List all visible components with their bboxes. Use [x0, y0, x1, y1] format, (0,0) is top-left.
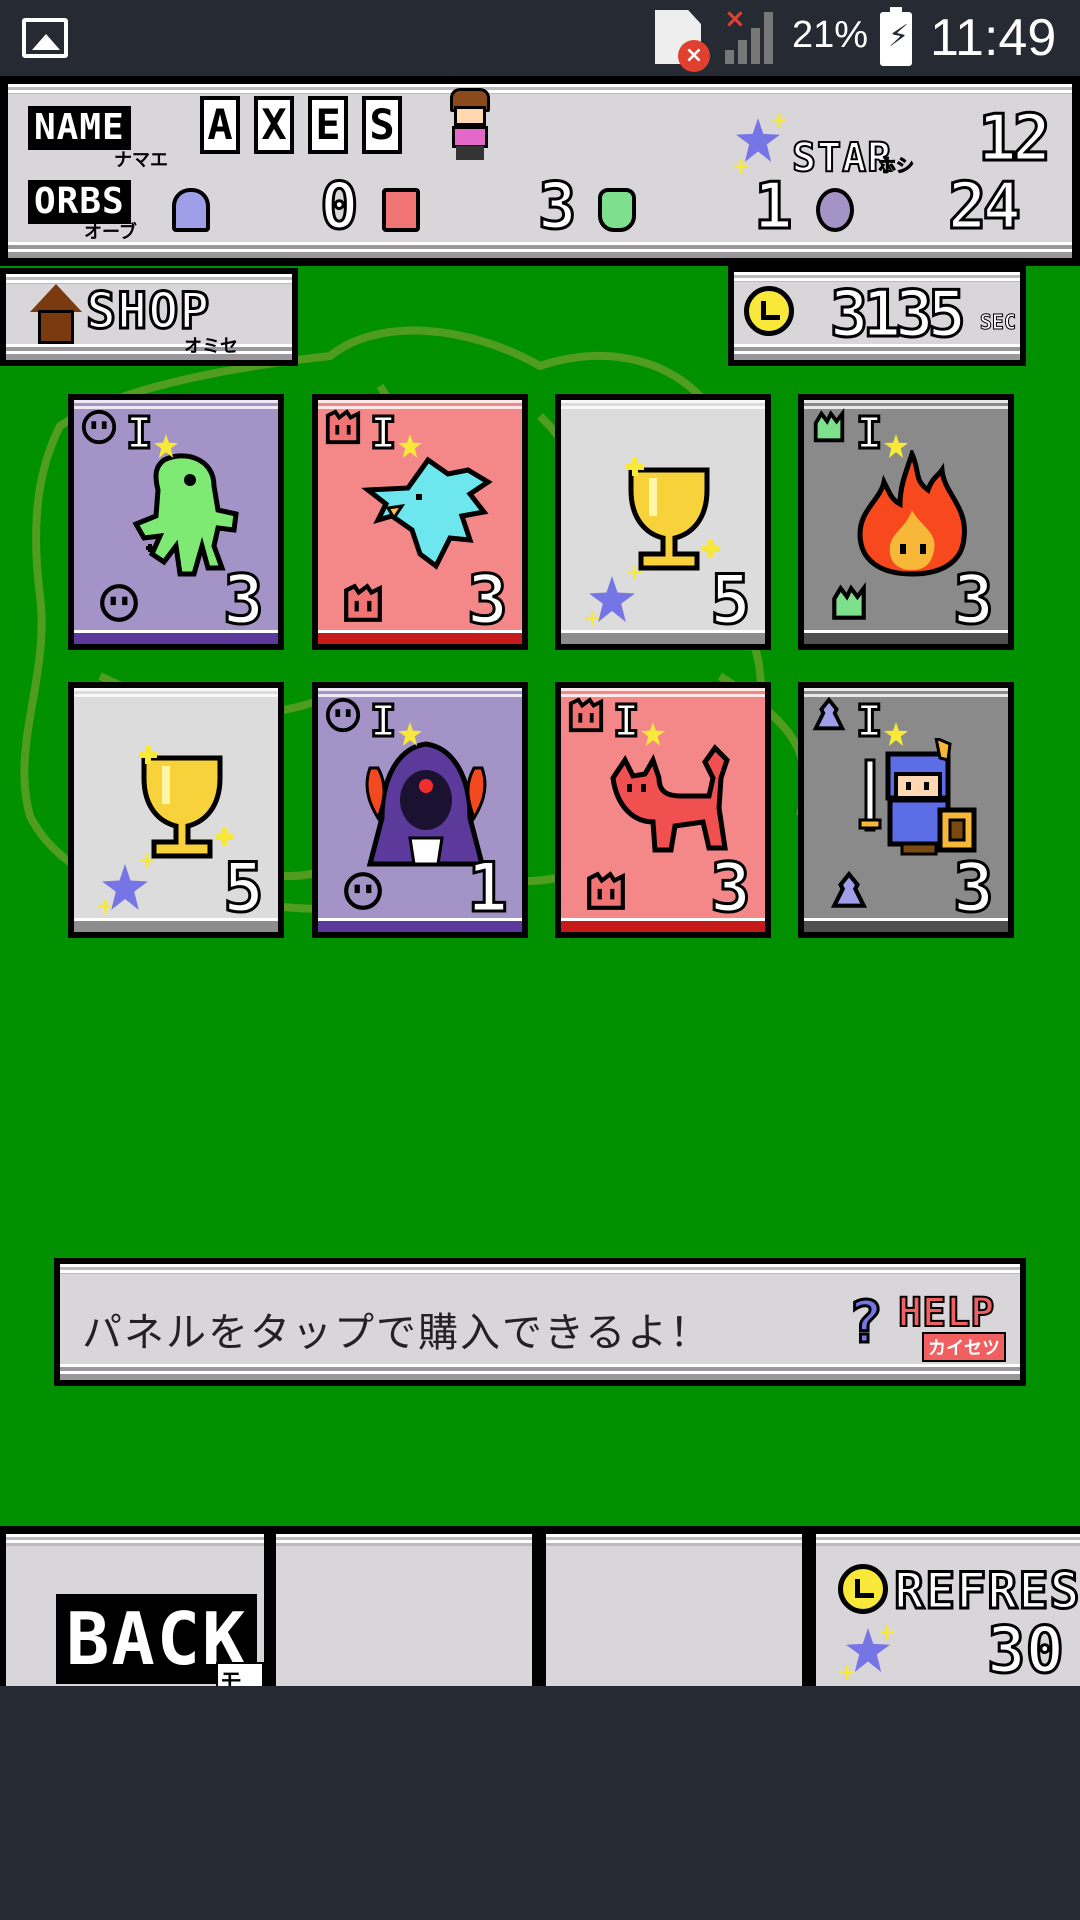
star-count: 12	[976, 101, 1052, 178]
blue-orb-icon	[828, 870, 870, 912]
card-cost: 1	[466, 849, 510, 928]
navigation-area	[0, 1686, 1080, 1920]
purple-orb-icon	[324, 696, 362, 736]
back-kana[interactable]: モドル	[216, 1662, 264, 1686]
panel-stripe	[60, 1364, 1020, 1380]
card-cost: 5	[709, 561, 753, 640]
card-tier: I	[855, 695, 884, 749]
refresh-cost: 30	[985, 1613, 1065, 1687]
card-cost: 3	[466, 561, 510, 640]
blue-orb-count: 0	[319, 169, 360, 246]
name-kana: ナマエ	[114, 150, 168, 171]
orbs-kana: オーブ	[84, 222, 137, 243]
card-cost: 3	[709, 849, 753, 928]
refresh-timer-panel: 3135 SEC	[728, 266, 1026, 366]
refresh-label[interactable]: REFRESH	[893, 1561, 1080, 1622]
green-orb-icon	[810, 408, 848, 448]
name-letter: S	[362, 96, 402, 154]
player-status-panel: NAME ナマエ A X E S ORBS オーブ 0 3 1 24 + + S…	[0, 76, 1080, 266]
blue-orb-icon	[172, 188, 210, 232]
player-avatar	[444, 84, 496, 164]
back-button[interactable]: BACK モドル	[6, 1534, 264, 1686]
name-label: NAME	[28, 106, 131, 150]
hint-message-panel: パネルをタップで購入できるよ！ ? HELP カイセツ	[54, 1258, 1026, 1386]
timer-value: 3135	[828, 277, 967, 354]
no-signal-icon: ×	[724, 4, 746, 34]
sparkle-icon: +	[878, 1620, 897, 1645]
card-tier: I	[855, 407, 884, 461]
sparkle-icon: +	[838, 1660, 857, 1685]
star-kana: ホシ	[878, 156, 915, 178]
red-orb-icon	[585, 870, 627, 912]
shop-card-green-ghost[interactable]: I3	[68, 394, 284, 650]
clock-icon	[744, 286, 794, 336]
battery-charging-icon: ⚡	[880, 7, 912, 66]
shop-kana: オミセ	[184, 336, 238, 357]
name-letter: X	[254, 96, 294, 154]
timer-unit: SEC	[979, 310, 1016, 335]
purple-orb-icon	[816, 188, 854, 232]
game-screen: NAME ナマエ A X E S ORBS オーブ 0 3 1 24 + + S…	[0, 76, 1080, 1686]
status-bar: × × 21% ⚡ 11:49	[0, 0, 1080, 76]
sparkle-icon: +	[625, 560, 644, 585]
card-cost: 3	[222, 561, 266, 640]
sparkle-icon: +	[770, 108, 789, 133]
name-letter: A	[200, 96, 240, 154]
status-clock: 11:49	[930, 9, 1057, 67]
card-cost: 5	[222, 849, 266, 928]
house-icon	[30, 284, 82, 346]
shop-card-cyan-bird[interactable]: I3	[312, 394, 528, 650]
red-orb-icon	[342, 582, 384, 624]
card-cost: 3	[952, 849, 996, 928]
card-tier: I	[612, 695, 641, 749]
gallery-notification-icon	[22, 18, 68, 58]
card-tier: I	[125, 407, 154, 461]
shop-title-panel: SHOP オミセ	[0, 268, 298, 366]
sparkle-icon: +	[583, 606, 602, 631]
help-button[interactable]: HELP	[897, 1289, 995, 1337]
red-orb-icon	[382, 188, 420, 232]
purple-orb-icon	[80, 408, 118, 448]
sparkle-icon: +	[138, 848, 157, 873]
shop-card-gold-trophy[interactable]: + +5	[68, 682, 284, 938]
sim-error-icon: ×	[678, 40, 710, 72]
red-orb-icon	[567, 696, 605, 736]
shop-card-red-cat[interactable]: I3	[555, 682, 771, 938]
shop-card-fire[interactable]: I3	[798, 394, 1014, 650]
shop-card-knight[interactable]: I3	[798, 682, 1014, 938]
name-letter: E	[308, 96, 348, 154]
help-question-icon[interactable]: ?	[847, 1287, 885, 1358]
panel-stripe	[8, 242, 1072, 258]
sparkle-icon: +	[96, 894, 115, 919]
green-orb-icon	[828, 582, 870, 624]
help-kana[interactable]: カイセツ	[922, 1332, 1006, 1362]
empty-slot-button[interactable]	[276, 1534, 532, 1686]
refresh-button[interactable]: REFRESH + + 30	[816, 1534, 1080, 1686]
card-tier: I	[369, 407, 398, 461]
panel-stripe	[60, 1264, 1020, 1274]
panel-stripe	[6, 344, 292, 360]
clock-icon	[838, 1564, 888, 1614]
bottom-button-bar: BACK モドル REFRESH + + 30	[0, 1526, 1080, 1686]
shop-card-hooded-mage[interactable]: I1	[312, 682, 528, 938]
green-orb-count: 1	[753, 169, 794, 246]
green-orb-icon	[598, 188, 636, 232]
empty-slot-button[interactable]	[546, 1534, 802, 1686]
hint-message: パネルをタップで購入できるよ！	[82, 1310, 712, 1356]
purple-orb-count: 24	[946, 169, 1022, 246]
red-orb-icon	[324, 408, 362, 448]
battery-percent: 21%	[792, 14, 869, 56]
card-cost: 3	[952, 561, 996, 640]
purple-orb-icon	[342, 870, 384, 912]
purple-orb-icon	[98, 582, 140, 624]
sparkle-icon: +	[732, 154, 751, 179]
red-orb-count: 3	[537, 169, 578, 246]
shop-card-gold-trophy[interactable]: + +5	[555, 394, 771, 650]
card-tier: I	[369, 695, 398, 749]
panel-stripe	[8, 84, 1072, 94]
blue-orb-icon	[810, 696, 848, 736]
